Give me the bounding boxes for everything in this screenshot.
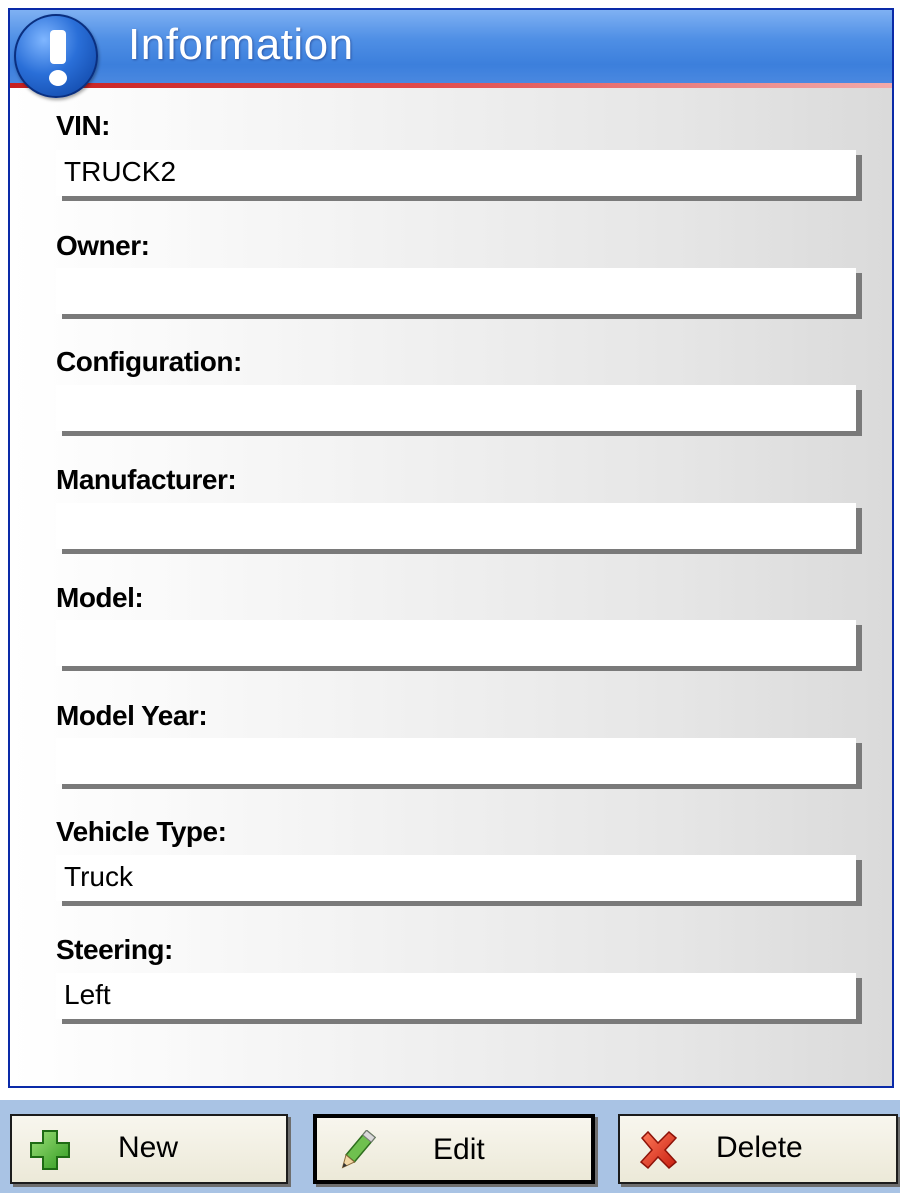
- vin-label: VIN:: [56, 110, 111, 141]
- vehicle-type-label: Vehicle Type:: [56, 816, 227, 847]
- steering-field[interactable]: Left: [56, 973, 856, 1019]
- owner-field[interactable]: [56, 268, 856, 314]
- pencil-icon: [341, 1130, 377, 1169]
- new-button-label: New: [118, 1131, 179, 1164]
- model-year-label: Model Year:: [56, 700, 208, 731]
- new-button[interactable]: New: [10, 1114, 288, 1184]
- model-label: Model:: [56, 582, 144, 613]
- information-panel: Information VIN: TRUCK2 Owner: Configura…: [8, 8, 894, 1088]
- red-x-icon: [639, 1130, 678, 1170]
- steering-label: Steering:: [56, 934, 173, 965]
- vin-field[interactable]: TRUCK2: [56, 150, 856, 196]
- panel-title: Information: [128, 20, 354, 69]
- model-field[interactable]: [56, 620, 856, 666]
- delete-button[interactable]: Delete: [618, 1114, 898, 1184]
- info-exclamation-icon: [14, 14, 98, 98]
- manufacturer-field[interactable]: [56, 503, 856, 549]
- configuration-label: Configuration:: [56, 346, 242, 377]
- model-year-field[interactable]: [56, 738, 856, 784]
- owner-label: Owner:: [56, 230, 150, 261]
- delete-button-label: Delete: [716, 1131, 803, 1164]
- panel-header: Information: [10, 10, 892, 88]
- green-plus-icon: [30, 1130, 70, 1170]
- manufacturer-label: Manufacturer:: [56, 464, 237, 495]
- configuration-field[interactable]: [56, 385, 856, 431]
- edit-button[interactable]: Edit: [313, 1114, 595, 1184]
- vehicle-type-field[interactable]: Truck: [56, 855, 856, 901]
- edit-button-label: Edit: [433, 1133, 485, 1166]
